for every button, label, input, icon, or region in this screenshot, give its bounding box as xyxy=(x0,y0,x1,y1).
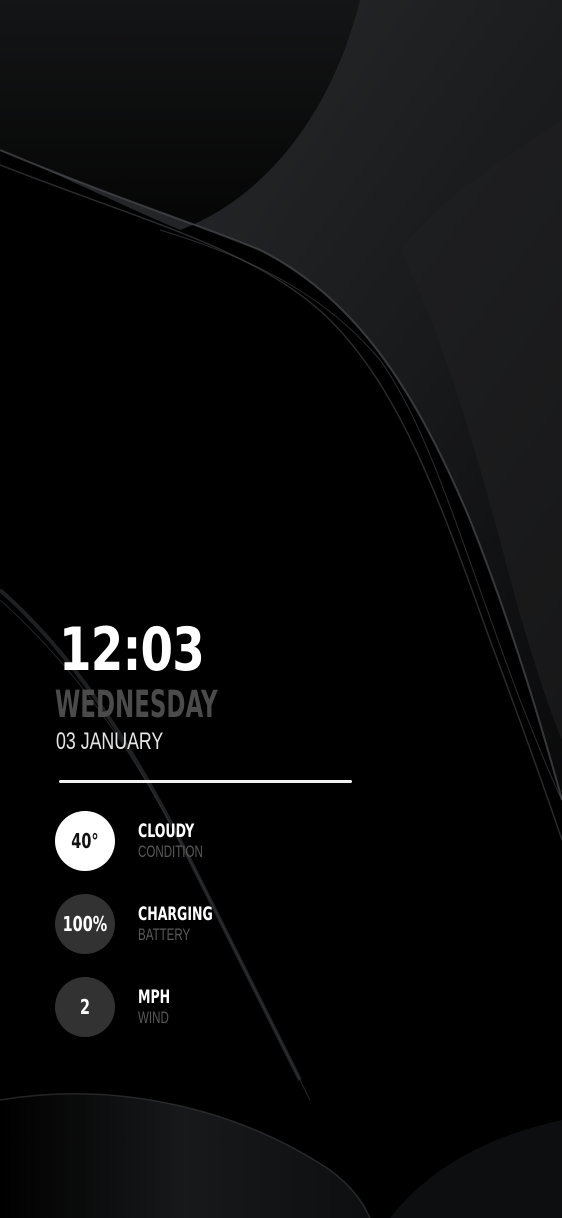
wind-stat: 2 MPH WIND xyxy=(55,977,375,1039)
clock-weekday: WEDNESDAY xyxy=(55,683,218,726)
wind-value: 2 xyxy=(79,995,91,1019)
lock-screen: 12:03 WEDNESDAY 03 JANUARY 40° CLOUDY CO… xyxy=(0,0,562,1218)
weather-condition-sublabel: CONDITION xyxy=(138,842,203,861)
clock-time: 12:03 xyxy=(59,615,205,685)
wind-sublabel: WIND xyxy=(138,1008,169,1027)
battery-sublabel: BATTERY xyxy=(138,925,191,944)
divider xyxy=(59,780,352,783)
temperature-circle: 40° xyxy=(55,811,115,871)
wind-circle: 2 xyxy=(55,977,115,1037)
weather-condition-label: CLOUDY xyxy=(138,820,195,842)
clock-date: 03 JANUARY xyxy=(56,728,164,755)
battery-value: 100% xyxy=(62,912,108,936)
temperature-value: 40° xyxy=(71,829,99,853)
weather-stat: 40° CLOUDY CONDITION xyxy=(55,811,375,873)
wind-unit-label: MPH xyxy=(138,986,171,1008)
battery-stat: 100% CHARGING BATTERY xyxy=(55,894,375,956)
battery-circle: 100% xyxy=(55,894,115,954)
battery-status-label: CHARGING xyxy=(138,903,213,925)
